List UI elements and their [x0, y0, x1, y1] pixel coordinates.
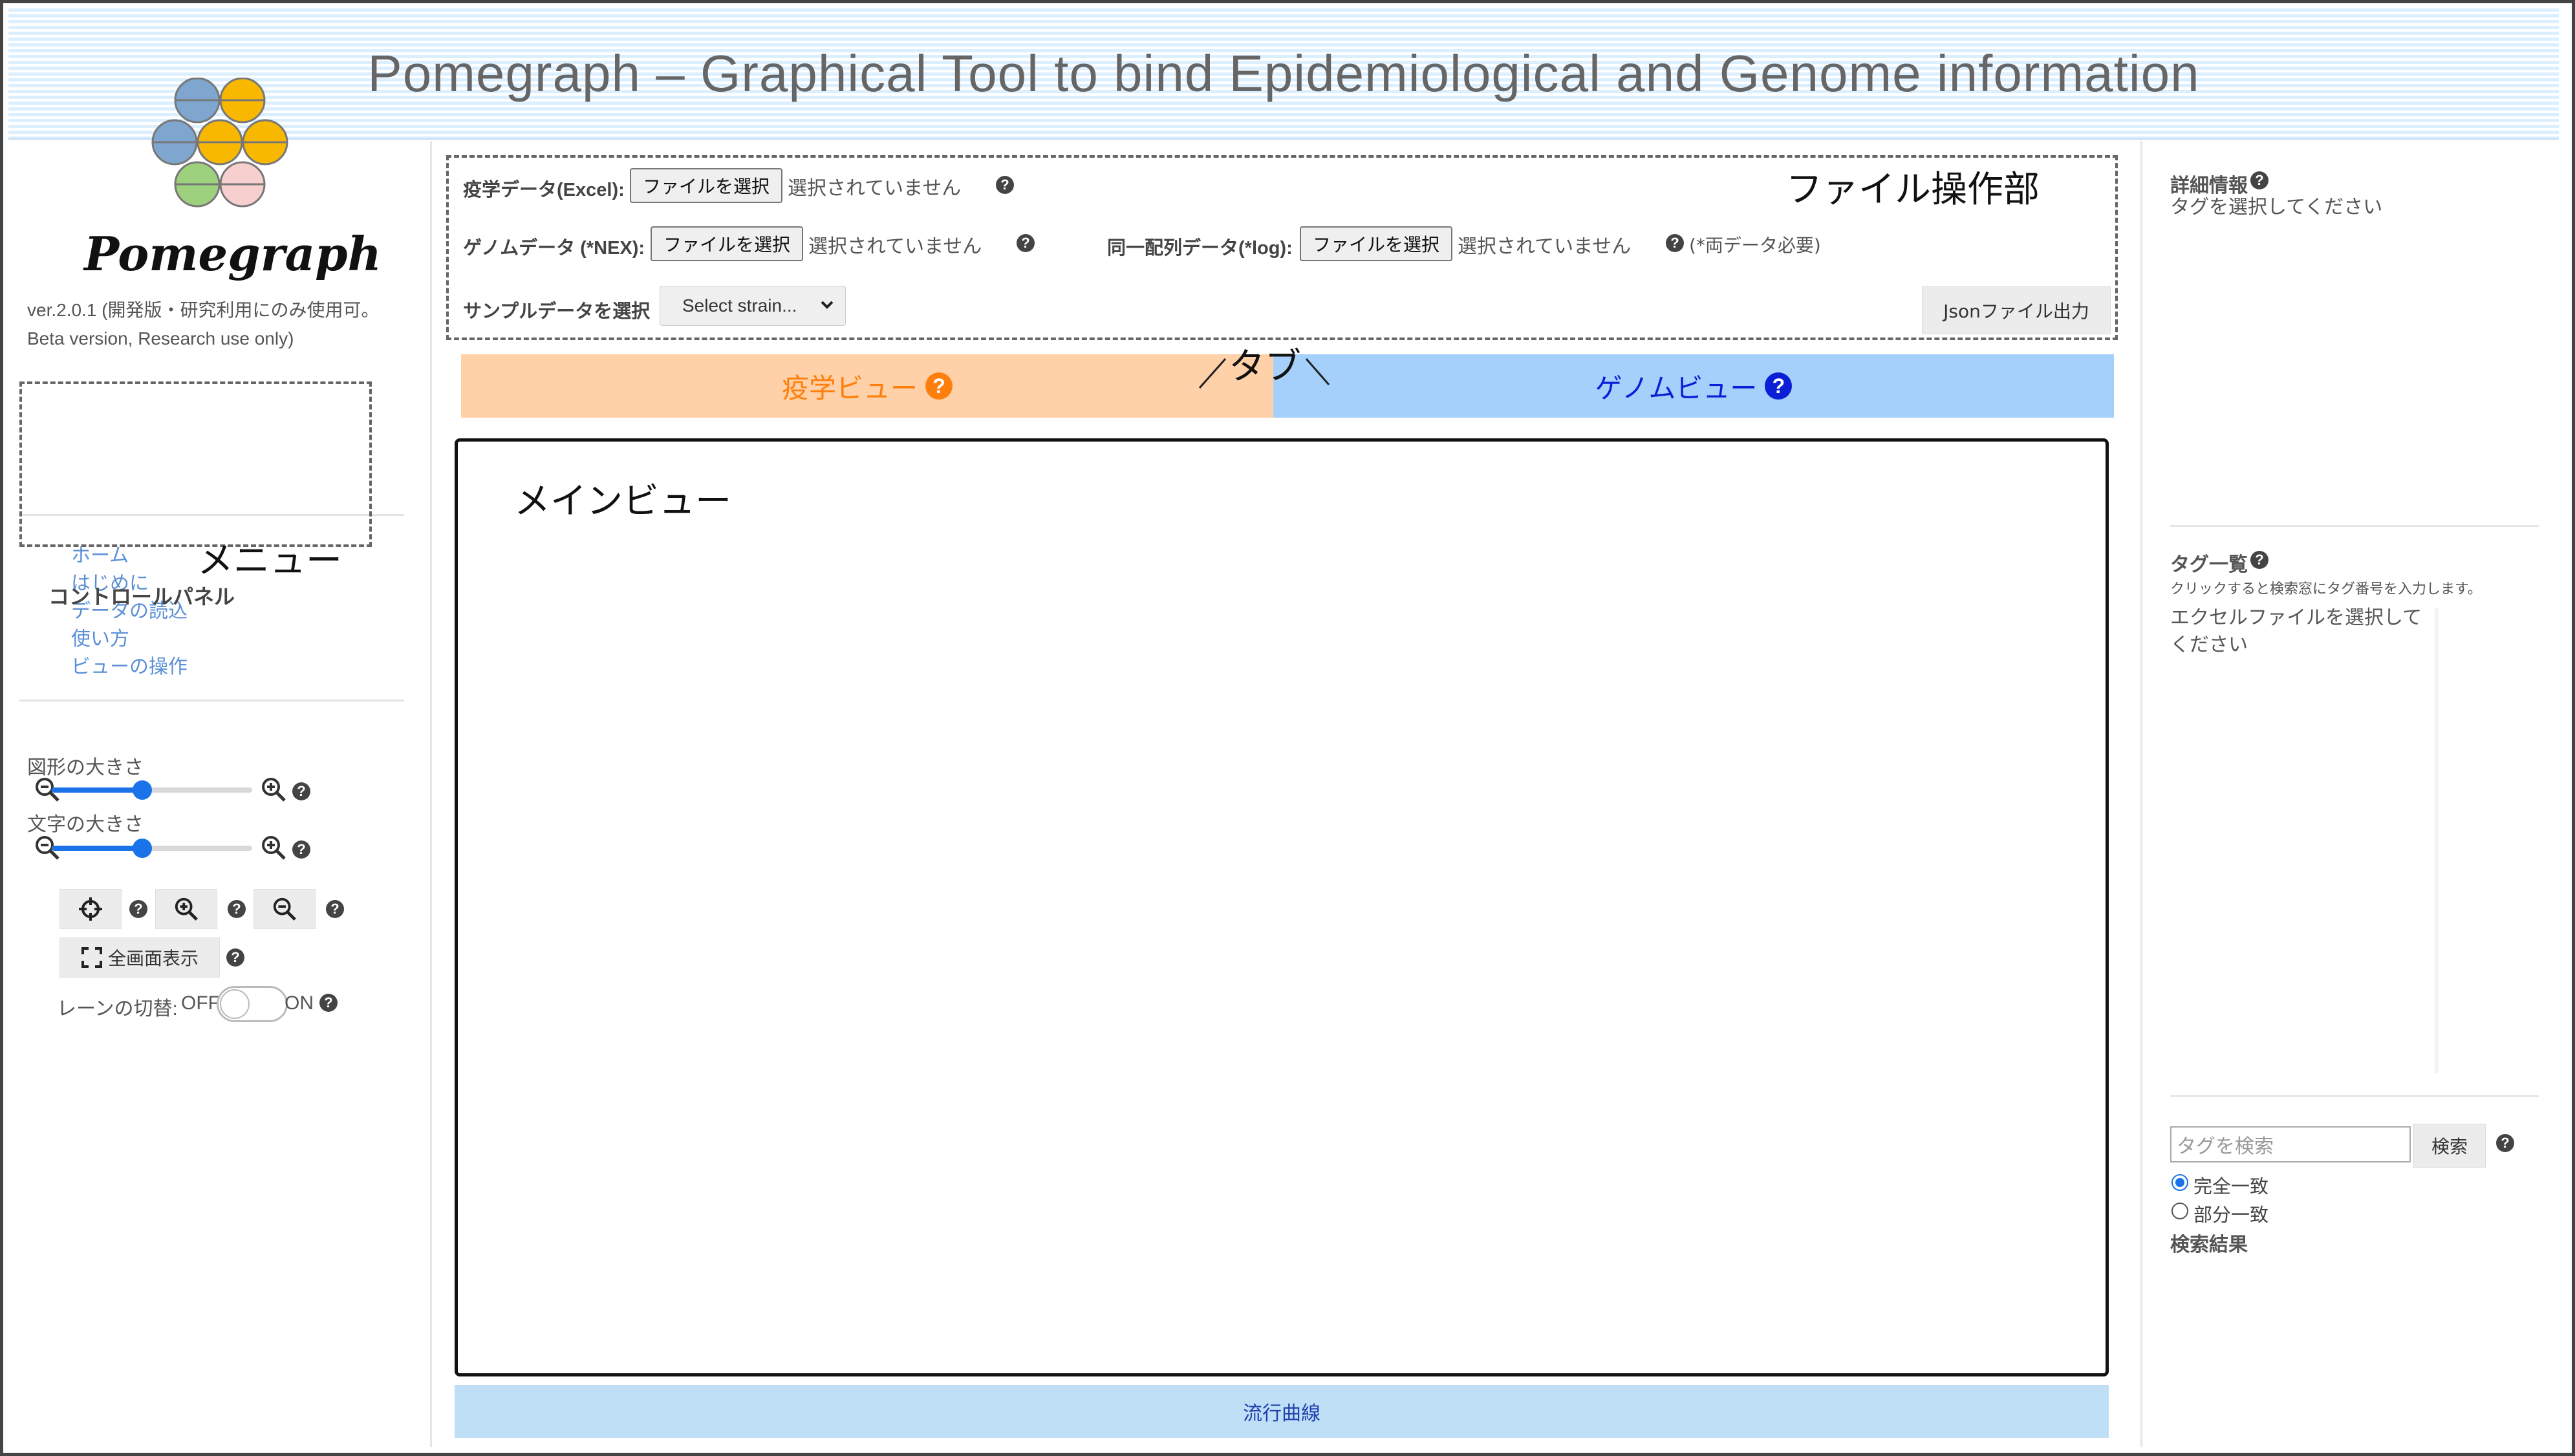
zoom-out-icon: [273, 897, 296, 921]
menu-item-view-ops[interactable]: ビューの操作: [71, 650, 188, 679]
menu-annotation-box: [19, 381, 372, 547]
genome-file-status: 選択されていません: [808, 235, 982, 258]
epi-file-button[interactable]: ファイルを選択: [630, 168, 783, 203]
tab-genome-view[interactable]: ゲノムビュー ?: [1273, 354, 2114, 418]
lane-off-label: OFF: [181, 992, 220, 1014]
version-info: ver.2.0.1 (開発版・研究利用にのみ使用可。 Beta version,…: [27, 296, 415, 353]
pomegraph-logo-icon: [151, 78, 288, 208]
tab-epi-label: 疫学ビュー: [781, 372, 918, 404]
same-seq-file-status: 選択されていません: [1458, 235, 1632, 258]
help-icon[interactable]: ?: [2250, 551, 2268, 569]
menu-annotation: メニュー: [197, 540, 342, 582]
app-header: Pomegraph – Graphical Tool to bind Epide…: [8, 8, 2559, 140]
main-view-canvas[interactable]: [455, 438, 2109, 1376]
json-export-button[interactable]: Jsonファイル出力: [1922, 286, 2111, 334]
crosshair-icon: [79, 897, 102, 921]
toggle-knob: [220, 989, 250, 1019]
tab-genome-label: ゲノムビュー: [1595, 372, 1758, 404]
shape-zoom-in-icon[interactable]: [260, 776, 287, 803]
epi-file-status: 選択されていません: [788, 177, 962, 200]
genome-data-label: ゲノムデータ (*NEX):: [463, 238, 645, 259]
tab-annotation-lines: [1198, 358, 1330, 389]
fullscreen-button[interactable]: 全画面表示: [59, 937, 220, 978]
tab-epi-view[interactable]: 疫学ビュー ?: [461, 354, 1273, 418]
file-ops-annotation: ファイル操作部: [1786, 169, 2040, 211]
version-line-1: ver.2.0.1 (開発版・研究利用にのみ使用可。: [27, 300, 380, 320]
app-title: Pomegraph – Graphical Tool to bind Epide…: [367, 44, 2200, 102]
right-divider: [2170, 525, 2539, 527]
control-panel-title: コントロールパネル: [48, 585, 235, 608]
detail-info-text: タグを選択してください: [2170, 196, 2383, 219]
exact-match-radio[interactable]: [2171, 1174, 2188, 1191]
help-icon[interactable]: ?: [228, 900, 246, 918]
help-icon[interactable]: ?: [292, 840, 310, 859]
shape-size-slider[interactable]: [52, 780, 252, 800]
tag-list-text-2: ください: [2170, 634, 2248, 656]
menu-item-usage[interactable]: 使い方: [71, 623, 129, 651]
sample-select-value: Select strain...: [682, 295, 797, 316]
partial-match-label: 部分一致: [2193, 1204, 2269, 1226]
help-icon[interactable]: ?: [996, 176, 1014, 194]
help-icon[interactable]: ?: [1765, 372, 1793, 400]
logo-text: Pomegraph: [84, 226, 382, 281]
right-divider-2: [2170, 1095, 2539, 1097]
help-icon[interactable]: ?: [326, 900, 344, 918]
both-required-note: (*両データ必要): [1689, 235, 1821, 256]
zoom-in-icon: [175, 897, 198, 921]
menu-item-home[interactable]: ホーム: [71, 539, 129, 568]
slider-fill: [52, 787, 142, 793]
zoom-in-button[interactable]: [155, 889, 217, 929]
zoom-out-button[interactable]: [253, 889, 316, 929]
fullscreen-icon: [81, 947, 102, 968]
help-icon[interactable]: ?: [319, 994, 338, 1012]
slider-fill: [52, 846, 142, 851]
help-icon[interactable]: ?: [925, 372, 953, 400]
same-seq-label: 同一配列データ(*log):: [1107, 238, 1293, 259]
version-line-2: Beta version, Research use only): [27, 328, 294, 348]
main-view-annotation: メインビュー: [514, 480, 731, 522]
tag-list-scrollbar[interactable]: [2435, 608, 2439, 1073]
tag-search-button[interactable]: 検索: [2413, 1124, 2486, 1168]
epidemic-curve-bar[interactable]: 流行曲線: [455, 1385, 2109, 1438]
help-icon[interactable]: ?: [1017, 234, 1035, 252]
help-icon[interactable]: ?: [1666, 234, 1684, 252]
lane-toggle-label: レーンの切替:: [57, 998, 178, 1020]
exact-match-label: 完全一致: [2193, 1175, 2269, 1197]
same-seq-file-button[interactable]: ファイルを選択: [1300, 226, 1453, 261]
center-view-button[interactable]: [59, 889, 122, 929]
slider-knob[interactable]: [132, 839, 152, 858]
slider-knob[interactable]: [132, 780, 152, 800]
sample-data-label: サンプルデータを選択: [463, 301, 651, 322]
sample-strain-select[interactable]: Select strain...: [660, 286, 846, 326]
help-icon[interactable]: ?: [2250, 171, 2268, 189]
text-size-slider[interactable]: [52, 839, 252, 858]
tag-list-title: タグ一覧: [2170, 554, 2248, 575]
lane-toggle-switch[interactable]: [217, 986, 288, 1022]
epi-data-label: 疫学データ(Excel):: [463, 180, 625, 200]
chevron-down-icon: [821, 301, 834, 309]
partial-match-radio[interactable]: [2171, 1203, 2188, 1219]
text-size-label: 文字の大きさ: [27, 814, 144, 835]
sidebar-divider-2: [19, 700, 404, 701]
help-icon[interactable]: ?: [2496, 1134, 2514, 1152]
help-icon[interactable]: ?: [292, 782, 310, 800]
text-zoom-in-icon[interactable]: [260, 834, 287, 861]
help-icon[interactable]: ?: [226, 948, 244, 967]
genome-file-button[interactable]: ファイルを選択: [651, 226, 804, 261]
search-results-title: 検索結果: [2170, 1234, 2248, 1256]
tag-list-text-1: エクセルファイルを選択して: [2170, 606, 2422, 629]
tag-search-input[interactable]: タグを検索: [2170, 1126, 2411, 1162]
fullscreen-label: 全画面表示: [107, 948, 199, 969]
help-icon[interactable]: ?: [129, 900, 147, 918]
tag-list-hint: クリックすると検索窓にタグ番号を入力します。: [2170, 581, 2482, 597]
lane-on-label: ON: [285, 992, 314, 1014]
